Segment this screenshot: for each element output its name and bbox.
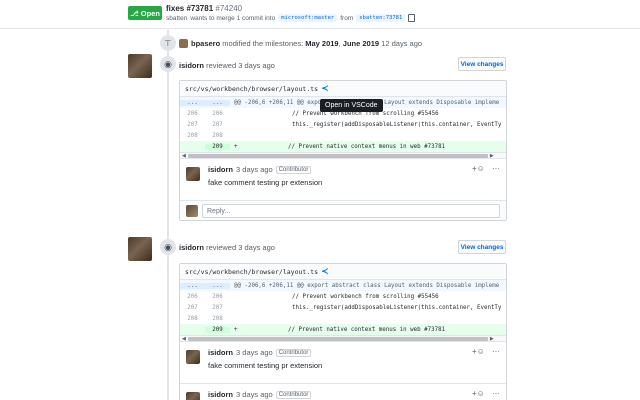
review-avatar[interactable] <box>128 237 152 261</box>
diff-line-added: 209 + // Prevent native context menus in… <box>180 141 506 152</box>
diff-line-added: 209 + // Prevent native context menus in… <box>180 324 506 335</box>
eye-icon: ◉ <box>160 239 176 255</box>
diff-line: 208 208 <box>187 132 223 139</box>
add-reaction-icon[interactable]: +☺ <box>472 164 485 173</box>
file-path[interactable]: src/vs/workbench/browser/layout.ts <box>185 85 318 93</box>
vscode-icon[interactable]: ≺ <box>321 83 329 94</box>
open-in-vscode-tooltip: Open in VSCode <box>320 99 383 112</box>
avatar <box>186 205 198 217</box>
comment-header: isidorn 3 days ago Contributor <box>208 165 312 174</box>
contributor-badge: Contributor <box>275 165 312 174</box>
add-reaction-icon[interactable]: +☺ <box>472 347 485 356</box>
diff-line: 206 206 // Prevent workbench from scrolli… <box>187 293 439 300</box>
diff-line: 207 207 this._register(addDisposableListe… <box>187 304 502 311</box>
add-reaction-icon[interactable]: +☺ <box>472 389 485 398</box>
file-path[interactable]: src/vs/workbench/browser/layout.ts <box>185 268 318 276</box>
timeline-line <box>167 30 169 400</box>
reply-row: Reply... <box>180 200 506 220</box>
review-header: isidorn reviewed 3 days ago <box>179 243 275 252</box>
view-changes-button[interactable]: View changes <box>458 240 506 254</box>
pr-open-icon: ⎇ <box>130 8 139 18</box>
review-comment: isidorn 3 days ago Contributor +☺ ··· <box>180 383 506 400</box>
avatar[interactable] <box>186 392 200 400</box>
review-avatar[interactable] <box>128 54 152 78</box>
diff-line: 208 208 <box>187 315 223 322</box>
file-header: src/vs/workbench/browser/layout.ts ≺ <box>180 81 506 97</box>
milestone-old[interactable]: May 2019 <box>305 39 338 48</box>
event-time[interactable]: 12 days ago <box>381 39 422 48</box>
pr-title: fixes #73781 #74240 <box>166 4 243 13</box>
status-badge: ⎇ Open <box>128 6 162 20</box>
review-header: isidorn reviewed 3 days ago <box>179 61 275 70</box>
diff-hunk-header: ...... @@ -206,6 +206,11 @@ export abstr… <box>180 280 506 291</box>
copy-icon[interactable] <box>408 14 416 22</box>
review-comment: isidorn 3 days ago Contributor +☺ ··· fa… <box>180 158 506 200</box>
comment-header: isidorn 3 days ago Contributor <box>208 348 312 357</box>
head-branch[interactable]: sbatten:73781 <box>356 14 406 22</box>
diff-line: 207 207 this._register(addDisposableListe… <box>187 121 502 128</box>
avatar[interactable] <box>179 38 188 48</box>
more-options-icon[interactable]: ··· <box>492 389 500 398</box>
eye-icon: ◉ <box>160 56 176 72</box>
comment-body: fake comment testing pr extension <box>208 178 323 187</box>
milestone-new[interactable]: June 2019 <box>343 39 379 48</box>
review-comment: isidorn 3 days ago Contributor +☺ ··· fa… <box>180 341 506 383</box>
pr-header: ⎇ Open fixes #73781 #74240 sbatten wants… <box>0 0 640 29</box>
comment-header: isidorn 3 days ago Contributor <box>208 390 312 399</box>
reply-input[interactable]: Reply... <box>202 204 500 218</box>
pr-subtitle: sbatten wants to merge 1 commit into mic… <box>166 14 416 22</box>
review-thread: src/vs/workbench/browser/layout.ts ≺ ...… <box>179 263 507 400</box>
view-changes-button[interactable]: View changes <box>458 57 506 71</box>
vscode-icon[interactable]: ≺ <box>321 266 329 277</box>
comment-body: fake comment testing pr extension <box>208 361 323 370</box>
scroll-thumb[interactable] <box>187 336 488 341</box>
base-branch[interactable]: microsoft:master <box>278 14 338 22</box>
pr-author[interactable]: sbatten <box>166 15 187 22</box>
more-options-icon[interactable]: ··· <box>492 164 500 173</box>
milestone-icon: ⊤ <box>160 35 176 51</box>
avatar[interactable] <box>186 167 200 181</box>
scroll-thumb[interactable] <box>187 153 488 158</box>
contributor-badge: Contributor <box>275 390 312 399</box>
avatar[interactable] <box>186 350 200 364</box>
contributor-badge: Contributor <box>275 348 312 357</box>
event-user[interactable]: bpasero <box>191 39 220 48</box>
milestone-event: ⊤ bpasero modified the milestones: May 2… <box>160 35 422 51</box>
file-header: src/vs/workbench/browser/layout.ts ≺ <box>180 264 506 280</box>
more-options-icon[interactable]: ··· <box>492 347 500 356</box>
